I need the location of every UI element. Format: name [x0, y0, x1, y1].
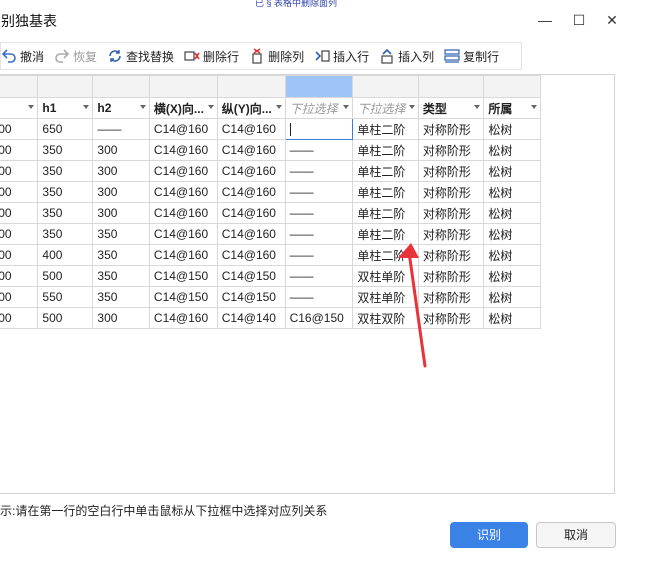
annotation-arrow-shaft — [407, 250, 427, 368]
annotation-arrow-icon — [398, 243, 427, 368]
